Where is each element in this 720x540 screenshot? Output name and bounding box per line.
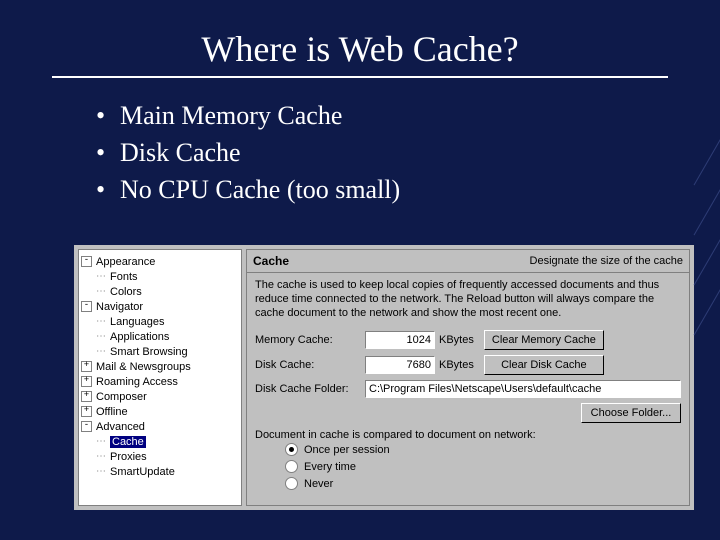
radio-label: Every time <box>304 461 356 473</box>
tree-node-offline[interactable]: + Offline <box>81 404 239 419</box>
disk-cache-unit: KBytes <box>439 359 474 371</box>
radio-never[interactable]: Never <box>285 475 681 492</box>
radio-icon <box>285 477 298 490</box>
expand-icon[interactable]: + <box>81 391 92 402</box>
tree-label: Appearance <box>96 256 155 268</box>
disk-folder-row: Disk Cache Folder: <box>255 380 681 398</box>
slide-title: Where is Web Cache? <box>0 0 720 76</box>
tree-label: Languages <box>110 316 164 328</box>
tree-node-cache[interactable]: ⋯ Cache <box>81 434 239 449</box>
category-tree[interactable]: - Appearance ⋯ Fonts ⋯ Colors - Navigato… <box>78 249 242 506</box>
cache-settings-panel: Cache Designate the size of the cache Th… <box>246 249 690 506</box>
tree-node-composer[interactable]: + Composer <box>81 389 239 404</box>
bullet-item: Disk Cache <box>120 135 660 170</box>
radio-label: Never <box>304 478 333 490</box>
disk-folder-input[interactable] <box>365 380 681 398</box>
panel-header: Cache Designate the size of the cache <box>247 250 689 273</box>
memory-cache-label: Memory Cache: <box>255 334 365 346</box>
bullet-item: No CPU Cache (too small) <box>120 172 660 207</box>
tree-label: Smart Browsing <box>110 346 188 358</box>
tree-label: Applications <box>110 331 169 343</box>
bullet-list: Main Memory Cache Disk Cache No CPU Cach… <box>80 98 660 207</box>
preferences-window: - Appearance ⋯ Fonts ⋯ Colors - Navigato… <box>74 245 694 510</box>
tree-label: Navigator <box>96 301 143 313</box>
collapse-icon[interactable]: - <box>81 421 92 432</box>
compare-label: Document in cache is compared to documen… <box>255 429 681 441</box>
expand-icon[interactable]: + <box>81 406 92 417</box>
title-rule <box>52 76 668 78</box>
clear-disk-cache-button[interactable]: Clear Disk Cache <box>484 355 604 375</box>
tree-label-selected: Cache <box>110 436 146 448</box>
clear-memory-cache-button[interactable]: Clear Memory Cache <box>484 330 604 350</box>
tree-label: Composer <box>96 391 147 403</box>
choose-folder-button[interactable]: Choose Folder... <box>581 403 681 423</box>
disk-cache-label: Disk Cache: <box>255 359 365 371</box>
help-text: The cache is used to keep local copies o… <box>255 279 681 320</box>
disk-cache-input[interactable] <box>365 356 435 374</box>
tree-label: Advanced <box>96 421 145 433</box>
tree-node-navigator[interactable]: - Navigator <box>81 299 239 314</box>
radio-every-time[interactable]: Every time <box>285 458 681 475</box>
panel-title: Cache <box>253 254 530 268</box>
disk-cache-row: Disk Cache: KBytes Clear Disk Cache <box>255 355 681 375</box>
tree-label: Offline <box>96 406 128 418</box>
tree-node-smartupdate[interactable]: ⋯ SmartUpdate <box>81 464 239 479</box>
tree-node-advanced[interactable]: - Advanced <box>81 419 239 434</box>
expand-icon[interactable]: + <box>81 361 92 372</box>
tree-label: Fonts <box>110 271 138 283</box>
memory-cache-row: Memory Cache: KBytes Clear Memory Cache <box>255 330 681 350</box>
bullet-item: Main Memory Cache <box>120 98 660 133</box>
tree-node-languages[interactable]: ⋯ Languages <box>81 314 239 329</box>
radio-label: Once per session <box>304 444 390 456</box>
tree-node-smart-browsing[interactable]: ⋯ Smart Browsing <box>81 344 239 359</box>
panel-subtitle: Designate the size of the cache <box>530 255 683 267</box>
tree-node-appearance[interactable]: - Appearance <box>81 254 239 269</box>
tree-label: Colors <box>110 286 142 298</box>
compare-radio-group: Once per session Every time Never <box>285 441 681 492</box>
tree-label: Roaming Access <box>96 376 178 388</box>
tree-label: Proxies <box>110 451 147 463</box>
tree-node-mail-news[interactable]: + Mail & Newsgroups <box>81 359 239 374</box>
tree-node-colors[interactable]: ⋯ Colors <box>81 284 239 299</box>
tree-node-fonts[interactable]: ⋯ Fonts <box>81 269 239 284</box>
tree-node-proxies[interactable]: ⋯ Proxies <box>81 449 239 464</box>
collapse-icon[interactable]: - <box>81 256 92 267</box>
memory-cache-input[interactable] <box>365 331 435 349</box>
tree-node-roaming[interactable]: + Roaming Access <box>81 374 239 389</box>
tree-label: SmartUpdate <box>110 466 175 478</box>
radio-once-per-session[interactable]: Once per session <box>285 441 681 458</box>
tree-label: Mail & Newsgroups <box>96 361 191 373</box>
disk-folder-label: Disk Cache Folder: <box>255 383 365 395</box>
collapse-icon[interactable]: - <box>81 301 92 312</box>
memory-cache-unit: KBytes <box>439 334 474 346</box>
tree-node-applications[interactable]: ⋯ Applications <box>81 329 239 344</box>
radio-icon <box>285 460 298 473</box>
radio-icon <box>285 443 298 456</box>
expand-icon[interactable]: + <box>81 376 92 387</box>
